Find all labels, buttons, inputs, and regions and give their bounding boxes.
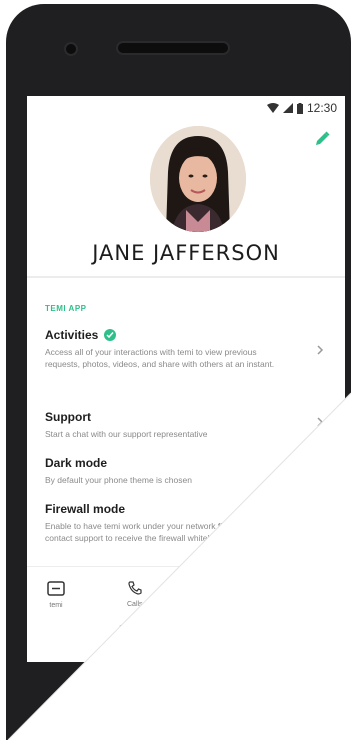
- signal-icon: [282, 103, 293, 113]
- front-camera: [66, 44, 76, 54]
- chevron-right-icon: [315, 342, 325, 355]
- support-description: Start a chat with our support representa…: [45, 429, 208, 439]
- activities-title: Activities: [45, 328, 327, 342]
- nav-calls-label: Calls: [127, 601, 143, 608]
- activities-description: Access all of your interactions with tem…: [45, 347, 275, 369]
- firewall-title: Firewall mode: [45, 502, 126, 516]
- phone-frame: 12:30 JANE JAFFERSON TEMI APP Activities…: [6, 4, 351, 740]
- bottom-navigation: temi Calls: [27, 566, 345, 637]
- profile-name: JANE JAFFERSON: [92, 241, 280, 265]
- menu-item-support[interactable]: Support Start a chat with our support re…: [45, 410, 327, 440]
- nav-calls[interactable]: Calls: [127, 581, 143, 608]
- check-icon: [104, 329, 117, 341]
- nav-temi-label: temi: [49, 602, 63, 609]
- dark-mode-description: By default your phone theme is chosen: [45, 475, 192, 485]
- earpiece-speaker: [118, 43, 228, 53]
- app-screen: 12:30 JANE JAFFERSON TEMI APP Activities…: [27, 96, 345, 662]
- phone-icon: [127, 581, 143, 597]
- menu-item-activities[interactable]: Activities Access all of your interactio…: [45, 328, 327, 370]
- status-time: 12:30: [306, 101, 337, 115]
- avatar[interactable]: [150, 126, 246, 232]
- battery-icon: [296, 102, 303, 114]
- support-title: Support: [45, 410, 91, 424]
- pencil-icon[interactable]: [313, 130, 331, 148]
- back-icon[interactable]: [119, 618, 133, 638]
- status-bar: 12:30: [266, 100, 337, 116]
- nav-temi[interactable]: temi: [47, 581, 65, 609]
- activities-title-text: Activities: [45, 328, 99, 342]
- dark-mode-title: Dark mode: [45, 456, 108, 470]
- menu-item-dark-mode[interactable]: Dark mode By default your phone theme is…: [45, 456, 327, 486]
- chevron-right-icon: [315, 414, 325, 427]
- firewall-description: Enable to have temi work under your netw…: [45, 521, 276, 543]
- divider: [27, 276, 345, 278]
- section-label: TEMI APP: [45, 304, 87, 313]
- menu-item-firewall-mode[interactable]: Firewall mode Enable to have temi work u…: [45, 502, 327, 544]
- wifi-icon: [266, 103, 279, 113]
- temi-icon: [47, 581, 65, 598]
